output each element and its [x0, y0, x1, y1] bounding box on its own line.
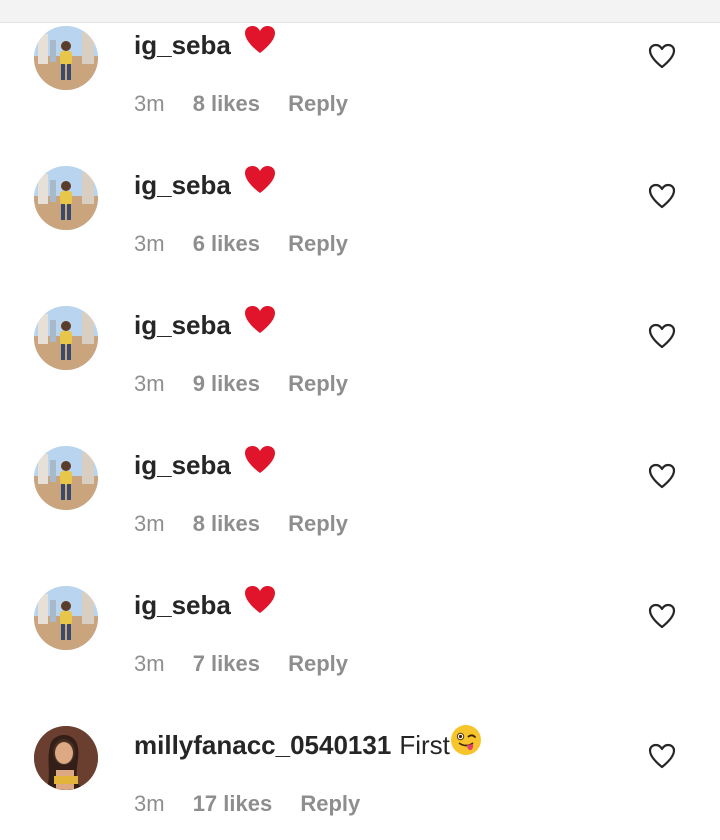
- likes-count[interactable]: 8 likes: [193, 91, 260, 116]
- comment-time: 3m: [134, 511, 165, 536]
- red-heart-emoji: [244, 305, 276, 343]
- comment-time: 3m: [134, 231, 165, 256]
- username[interactable]: ig_seba: [134, 30, 231, 60]
- comment-meta: 3m 7 likes Reply: [134, 650, 348, 678]
- reply-button[interactable]: Reply: [288, 371, 348, 396]
- comment-body: ig_seba: [134, 165, 276, 203]
- heart-outline-icon[interactable]: [648, 603, 676, 629]
- comment-item: ig_seba 3m 9 likes Reply: [0, 280, 720, 420]
- avatar-image: [34, 166, 98, 230]
- reply-button[interactable]: Reply: [288, 91, 348, 116]
- comment-meta: 3m 6 likes Reply: [134, 230, 348, 258]
- heart-outline-icon[interactable]: [648, 743, 676, 769]
- comment-meta: 3m 9 likes Reply: [134, 370, 348, 398]
- reply-button[interactable]: Reply: [300, 791, 360, 816]
- comment-meta: 3m 17 likes Reply: [134, 790, 360, 818]
- likes-count[interactable]: 9 likes: [193, 371, 260, 396]
- reply-button[interactable]: Reply: [288, 651, 348, 676]
- comment-time: 3m: [134, 91, 165, 116]
- red-heart-emoji: [244, 25, 276, 63]
- comment-body: millyfanacc_0540131 First: [134, 725, 482, 762]
- comment-item: millyfanacc_0540131 First 3m 17 likes Rep…: [0, 700, 720, 840]
- username[interactable]: ig_seba: [134, 170, 231, 200]
- avatar-image: [34, 726, 98, 790]
- avatar-image: [34, 306, 98, 370]
- comment-meta: 3m 8 likes Reply: [134, 510, 348, 538]
- username[interactable]: ig_seba: [134, 450, 231, 480]
- reply-button[interactable]: Reply: [288, 231, 348, 256]
- comment-meta: 3m 8 likes Reply: [134, 90, 348, 118]
- red-heart-emoji: [244, 445, 276, 483]
- comment-time: 3m: [134, 651, 165, 676]
- heart-outline-icon[interactable]: [648, 183, 676, 209]
- comment-item: ig_seba 3m 8 likes Reply: [0, 420, 720, 560]
- comment-body: ig_seba: [134, 25, 276, 63]
- heart-outline-icon[interactable]: [648, 463, 676, 489]
- comment-body: ig_seba: [134, 585, 276, 623]
- likes-count[interactable]: 6 likes: [193, 231, 260, 256]
- comment-time: 3m: [134, 791, 165, 816]
- username[interactable]: millyfanacc_0540131: [134, 730, 391, 760]
- avatar[interactable]: [34, 446, 98, 510]
- heart-outline-icon[interactable]: [648, 43, 676, 69]
- avatar[interactable]: [34, 306, 98, 370]
- heart-outline-icon[interactable]: [648, 323, 676, 349]
- comment-item: ig_seba 3m 7 likes Reply: [0, 560, 720, 700]
- avatar[interactable]: [34, 726, 98, 790]
- comment-list: ig_seba 3m 8 likes Reply ig_seba 3m 6 li…: [0, 0, 720, 816]
- comment-item: ig_seba 3m 8 likes Reply: [0, 0, 720, 140]
- username[interactable]: ig_seba: [134, 590, 231, 620]
- comment-body: ig_seba: [134, 445, 276, 483]
- avatar[interactable]: [34, 586, 98, 650]
- avatar-image: [34, 446, 98, 510]
- winking-tongue-face-emoji: [450, 724, 482, 764]
- comment-body: ig_seba: [134, 305, 276, 343]
- reply-button[interactable]: Reply: [288, 511, 348, 536]
- red-heart-emoji: [244, 165, 276, 203]
- likes-count[interactable]: 17 likes: [193, 791, 273, 816]
- avatar-image: [34, 586, 98, 650]
- likes-count[interactable]: 7 likes: [193, 651, 260, 676]
- avatar[interactable]: [34, 166, 98, 230]
- avatar[interactable]: [34, 26, 98, 90]
- likes-count[interactable]: 8 likes: [193, 511, 260, 536]
- comment-time: 3m: [134, 371, 165, 396]
- comment-text: First: [399, 730, 450, 760]
- username[interactable]: ig_seba: [134, 310, 231, 340]
- red-heart-emoji: [244, 585, 276, 623]
- comment-item: ig_seba 3m 6 likes Reply: [0, 140, 720, 280]
- avatar-image: [34, 26, 98, 90]
